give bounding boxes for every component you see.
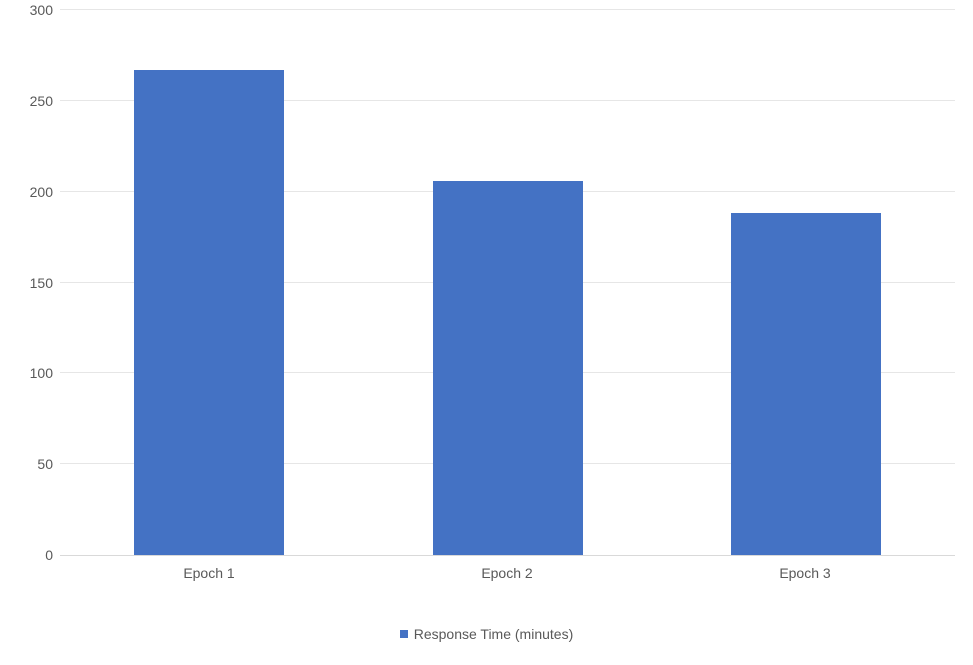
plot-area [60,10,955,556]
y-tick-label: 250 [8,93,53,109]
bar [134,70,284,555]
bar [731,213,881,555]
x-tick-label: Epoch 2 [481,565,532,581]
bar [433,181,583,555]
x-tick-label: Epoch 3 [779,565,830,581]
legend-item: Response Time (minutes) [400,626,574,642]
x-tick-label: Epoch 1 [183,565,234,581]
gridline [60,9,955,10]
legend-label: Response Time (minutes) [414,626,574,642]
y-tick-label: 0 [8,547,53,563]
bar-chart: 0 50 100 150 200 250 300 Epoch 1 Epoch 2… [0,0,973,665]
y-tick-label: 50 [8,456,53,472]
y-tick-label: 100 [8,365,53,381]
square-icon [400,630,408,638]
chart-legend: Response Time (minutes) [0,625,973,642]
y-tick-label: 200 [8,184,53,200]
y-tick-label: 300 [8,2,53,18]
y-tick-label: 150 [8,275,53,291]
